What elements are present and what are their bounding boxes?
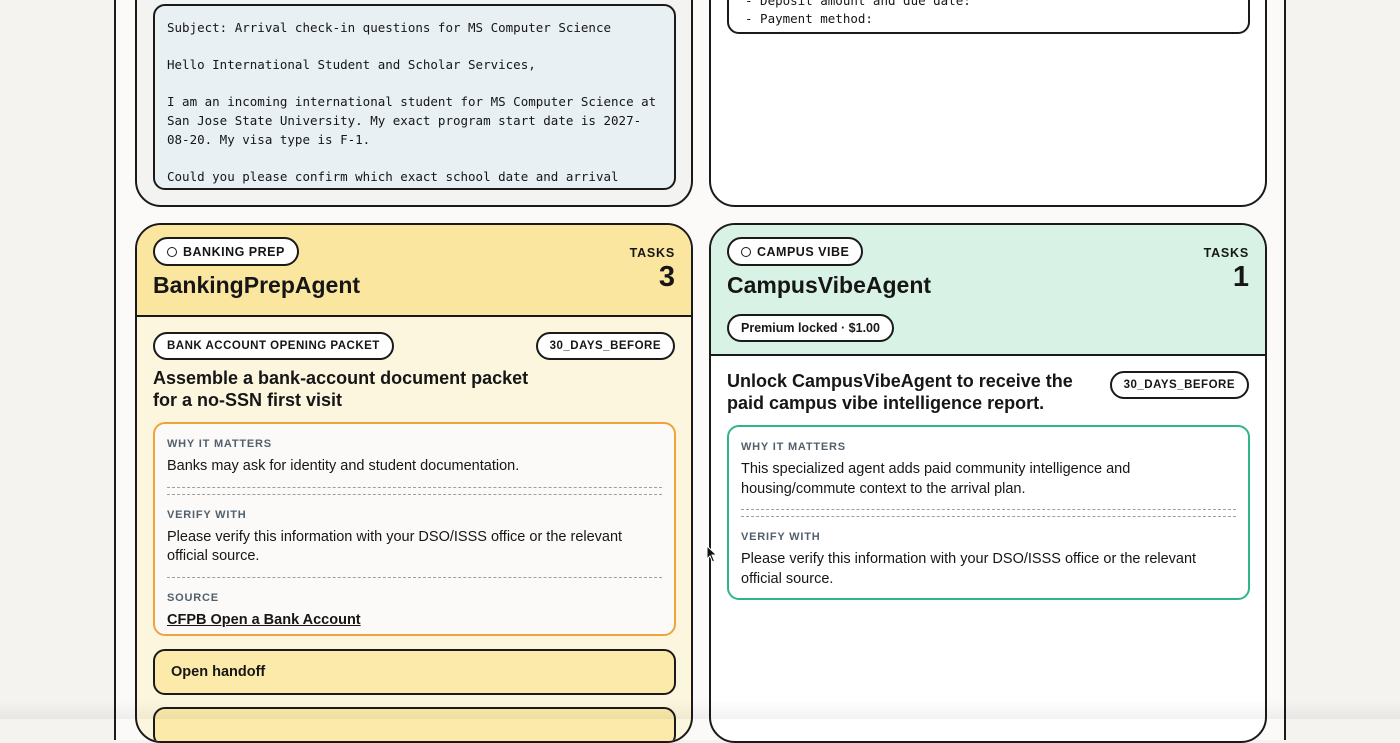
banking-agent-card: BANKING PREP TASKS 3 BankingPrepAgent BA… — [135, 223, 693, 743]
status-ring-icon — [167, 247, 177, 257]
task-category-badge: BANK ACCOUNT OPENING PACKET — [153, 332, 394, 360]
bottom-fade — [0, 700, 1400, 719]
verify-text: Please verify this information with your… — [167, 528, 623, 565]
checklist-textarea[interactable]: - Deposit amount and due date: - Payment… — [727, 0, 1250, 34]
source-link[interactable]: CFPB Open a Bank Account — [167, 612, 361, 628]
checklist-line: - Payment method: — [745, 11, 873, 26]
tasks-label: TASKS — [629, 246, 675, 260]
agent-name: CampusVibeAgent — [727, 272, 932, 298]
agent-badge-label: CAMPUS VIBE — [757, 244, 850, 259]
timing-badge: 30_DAYS_BEFORE — [535, 332, 675, 360]
verify-section: VERIFY WITH Please verify this informati… — [741, 517, 1236, 589]
premium-locked-badge[interactable]: Premium locked · $1.00 — [727, 314, 894, 342]
agent-name: BankingPrepAgent — [153, 272, 361, 298]
tasks-label: TASKS — [1203, 246, 1249, 260]
why-label: WHY IT MATTERS — [167, 438, 272, 450]
verify-text: Please verify this information with your… — [741, 551, 1197, 587]
source-label: SOURCE — [167, 591, 219, 604]
email-body: I am an incoming international student f… — [167, 94, 664, 147]
email-question: Could you please confirm which exact sch… — [167, 169, 619, 184]
status-ring-icon — [741, 247, 751, 257]
divider — [741, 509, 1236, 517]
email-greeting: Hello International Student and Scholar … — [167, 57, 536, 72]
email-subject: Subject: Arrival check-in questions for … — [167, 20, 612, 35]
agent-badge: BANKING PREP — [153, 237, 299, 266]
why-section: WHY IT MATTERS Banks may ask for identit… — [167, 424, 662, 477]
checklist-line: - Deposit amount and due date: — [745, 0, 971, 8]
timing-badge: 30_DAYS_BEFORE — [1109, 371, 1249, 399]
banking-agent-header: BANKING PREP TASKS 3 BankingPrepAgent — [137, 225, 691, 317]
why-text: This specialized agent adds paid communi… — [741, 461, 1131, 497]
task-info-box: WHY IT MATTERS This specialized agent ad… — [727, 425, 1250, 600]
tasks-count: 1 — [1232, 261, 1249, 293]
verify-label: VERIFY WITH — [167, 508, 247, 521]
email-draft-textarea[interactable]: Subject: Arrival check-in questions for … — [153, 4, 676, 190]
task-info-box: WHY IT MATTERS Banks may ask for identit… — [153, 422, 676, 636]
divider — [167, 486, 662, 495]
checklist-card: - Deposit amount and due date: - Payment… — [709, 0, 1267, 207]
why-label: WHY IT MATTERS — [741, 441, 846, 453]
agent-badge-label: BANKING PREP — [183, 244, 285, 259]
open-handoff-button[interactable]: Open handoff — [153, 649, 676, 695]
campus-agent-header: CAMPUS VIBE TASKS 1 CampusVibeAgent Prem… — [711, 225, 1265, 356]
why-section: WHY IT MATTERS This specialized agent ad… — [741, 427, 1236, 499]
verify-section: VERIFY WITH Please verify this informati… — [167, 495, 662, 567]
email-draft-card: Subject: Arrival check-in questions for … — [135, 0, 693, 207]
task-title: Unlock CampusVibeAgent to receive the pa… — [727, 371, 1073, 413]
tasks-count: 3 — [658, 261, 675, 293]
task-title: Assemble a bank-account document packet … — [153, 368, 529, 410]
verify-label: VERIFY WITH — [741, 531, 821, 543]
why-text: Banks may ask for identity and student d… — [167, 458, 520, 474]
campus-vibe-agent-card: CAMPUS VIBE TASKS 1 CampusVibeAgent Prem… — [709, 223, 1267, 743]
source-section: SOURCE CFPB Open a Bank Account — [167, 578, 662, 629]
agent-badge: CAMPUS VIBE — [727, 237, 864, 266]
